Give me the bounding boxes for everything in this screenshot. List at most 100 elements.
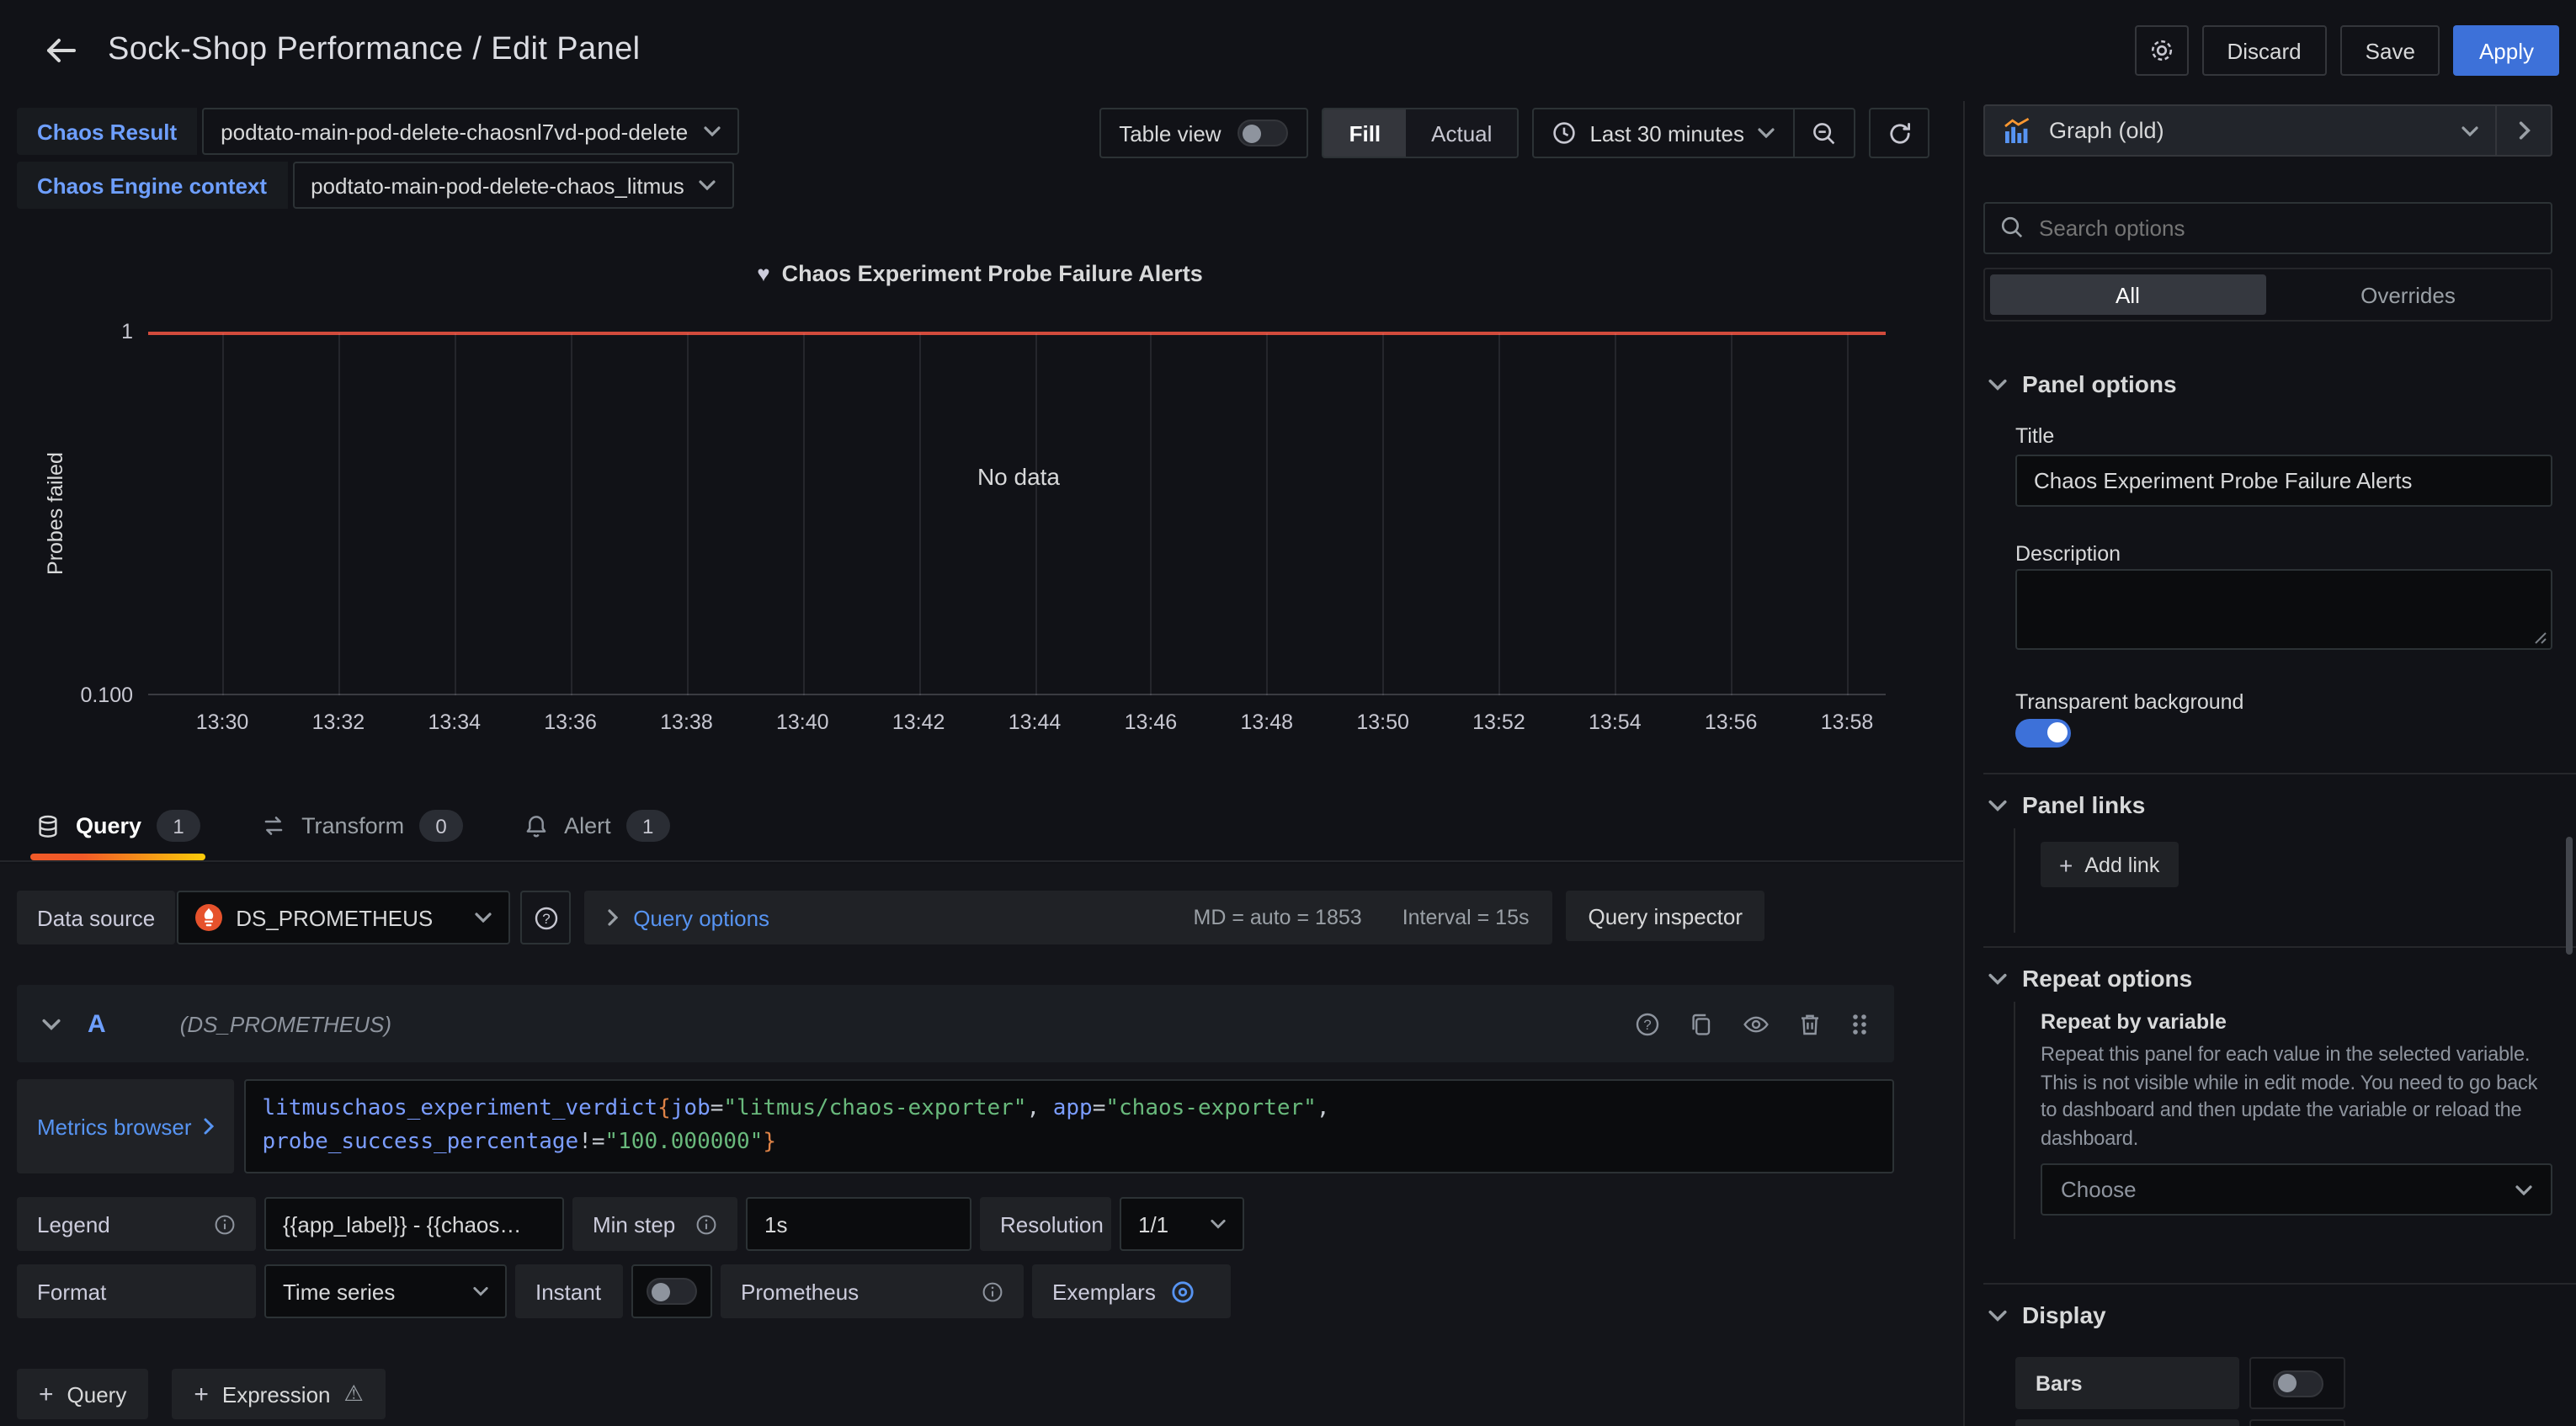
chevron-down-icon: [703, 126, 720, 136]
repeat-variable-placeholder: Choose: [2061, 1177, 2137, 1202]
section-header-label: Panel options: [2022, 370, 2177, 397]
section-display[interactable]: Display: [1988, 1301, 2106, 1328]
clipped-next-option: [2015, 1419, 2239, 1426]
query-inspector-button[interactable]: Query inspector: [1566, 891, 1764, 941]
magnifier-minus-icon: [1812, 120, 1837, 146]
query-datasource-hint: (DS_PROMETHEUS): [180, 1011, 391, 1036]
resize-handle-icon[interactable]: [2532, 630, 2547, 645]
chevron-right-icon: [204, 1118, 214, 1135]
legend-options-row: Legend Min step Resolution 1/1: [17, 1197, 1244, 1251]
actual-option[interactable]: Actual: [1406, 109, 1517, 157]
code-token: job: [671, 1096, 711, 1121]
visualization-name: Graph (old): [2049, 118, 2164, 143]
trash-icon[interactable]: [1798, 1011, 1822, 1036]
section-indent-guide: [2014, 1002, 2015, 1239]
add-link-button[interactable]: + Add link: [2041, 842, 2178, 887]
repeat-variable-select[interactable]: Choose: [2041, 1163, 2552, 1216]
promql-line: probe_success_percentage!="100.000000"}: [263, 1126, 1876, 1160]
tab-overrides[interactable]: Overrides: [2270, 274, 2546, 315]
time-range-picker[interactable]: Last 30 minutes: [1534, 109, 1793, 157]
x-tick-label: 13:44: [1009, 710, 1062, 734]
panel-toolbar: Table view Fill Actual Last 30 minutes: [1099, 108, 1929, 158]
time-range-group: Last 30 minutes: [1532, 108, 1855, 158]
code-token: {: [657, 1096, 671, 1121]
eye-icon[interactable]: [1743, 1011, 1770, 1036]
section-divider: [1983, 946, 2576, 948]
transparent-background-toggle[interactable]: [2015, 719, 2071, 748]
metrics-browser-button[interactable]: Metrics browser: [17, 1079, 234, 1173]
fill-option[interactable]: Fill: [1324, 109, 1407, 157]
svg-text:?: ?: [541, 910, 549, 926]
section-panel-links[interactable]: Panel links: [1988, 791, 2145, 818]
table-view-label: Table view: [1119, 120, 1221, 146]
format-select[interactable]: Time series: [264, 1264, 507, 1318]
duplicate-icon[interactable]: [1689, 1011, 1714, 1036]
time-range-label: Last 30 minutes: [1589, 120, 1744, 146]
data-source-picker[interactable]: DS_PROMETHEUS: [177, 891, 510, 944]
fill-actual-segment: Fill Actual: [1323, 108, 1520, 158]
gridline: [686, 333, 688, 695]
code-token: !=: [578, 1130, 604, 1155]
format-label: Format: [17, 1264, 256, 1318]
panel-settings-button[interactable]: [2135, 25, 2189, 76]
options-search: [1983, 202, 2552, 254]
tab-query[interactable]: Query 1: [30, 791, 205, 860]
table-view-toggle[interactable]: [1238, 120, 1289, 146]
query-actions-row: + Query + Expression ⚠: [17, 1369, 386, 1419]
visualization-picker[interactable]: Graph (old): [1983, 104, 2552, 157]
variable-value-dropdown[interactable]: podtato-main-pod-delete-chaosnl7vd-pod-d…: [202, 108, 738, 155]
x-axis-line: [148, 694, 1886, 695]
tab-label: Alert: [564, 813, 611, 838]
search-options-input[interactable]: [1983, 202, 2552, 254]
zoom-out-time-button[interactable]: [1793, 109, 1854, 157]
exemplars-field: Exemplars: [1032, 1264, 1231, 1318]
tab-all[interactable]: All: [1990, 274, 2265, 315]
exemplars-icon[interactable]: [1171, 1279, 1196, 1304]
help-circle-icon[interactable]: ?: [1635, 1011, 1660, 1036]
legend-format-input[interactable]: [264, 1197, 564, 1251]
add-query-button[interactable]: + Query: [17, 1369, 148, 1419]
resolution-select[interactable]: 1/1: [1120, 1197, 1244, 1251]
code-token: ,: [1026, 1096, 1052, 1121]
back-button[interactable]: [37, 29, 84, 72]
query-options-collapsed[interactable]: Query options MD = auto = 1853 Interval …: [584, 891, 1552, 944]
code-token: litmuschaos_experiment_verdict: [263, 1096, 658, 1121]
bars-toggle[interactable]: [2272, 1370, 2323, 1397]
save-button[interactable]: Save: [2340, 25, 2440, 76]
sidebar-scrollbar[interactable]: [2566, 837, 2573, 955]
gridline: [802, 333, 804, 695]
min-step-input[interactable]: [746, 1197, 971, 1251]
x-tick-label: 13:38: [660, 710, 713, 734]
tab-alert[interactable]: Alert 1: [519, 791, 675, 860]
code-token: ,: [1317, 1096, 1330, 1121]
query-expression-row: Metrics browser litmuschaos_experiment_v…: [17, 1079, 1894, 1173]
discard-button[interactable]: Discard: [2202, 25, 2327, 76]
collapse-chevron-icon: [42, 1018, 61, 1030]
variable-value: podtato-main-pod-delete-chaos_litmus: [311, 173, 684, 198]
refresh-button[interactable]: [1869, 108, 1929, 158]
promql-expression-input[interactable]: litmuschaos_experiment_verdict{job="litm…: [244, 1079, 1895, 1173]
add-expression-button[interactable]: + Expression ⚠: [172, 1369, 385, 1419]
section-divider: [1983, 773, 2576, 774]
title-field-label: Title: [2015, 424, 2054, 448]
drag-handle-icon[interactable]: [1850, 1011, 1869, 1036]
variable-value-dropdown[interactable]: podtato-main-pod-delete-chaos_litmus: [292, 162, 735, 209]
main-panel-area: Chaos Result podtato-main-pod-delete-cha…: [0, 101, 1963, 1426]
data-source-row: Data source DS_PROMETHEUS ? Query option…: [17, 891, 1764, 944]
instant-toggle[interactable]: [647, 1278, 697, 1305]
section-repeat-options[interactable]: Repeat options: [1988, 965, 2192, 992]
chevron-down-icon: [2515, 1184, 2532, 1195]
panel-description-textarea[interactable]: [2015, 569, 2552, 650]
plus-icon: +: [2059, 851, 2073, 878]
section-panel-options[interactable]: Panel options: [1988, 370, 2177, 397]
tab-transform[interactable]: Transform 0: [256, 791, 468, 860]
tab-label: Transform: [301, 813, 404, 838]
apply-button[interactable]: Apply: [2454, 25, 2559, 76]
data-source-help-button[interactable]: ?: [520, 891, 571, 944]
repeat-by-variable-description: Repeat this panel for each value in the …: [2041, 1040, 2576, 1152]
panel-title-input[interactable]: [2015, 455, 2552, 507]
chart-plot-area[interactable]: 1 0.100 Probes failed No data 13:3013:32…: [152, 332, 1886, 695]
resolution-value: 1/1: [1138, 1211, 1168, 1237]
visualization-expand-button[interactable]: [2495, 106, 2551, 155]
query-row-header[interactable]: A (DS_PROMETHEUS) ?: [17, 985, 1894, 1062]
